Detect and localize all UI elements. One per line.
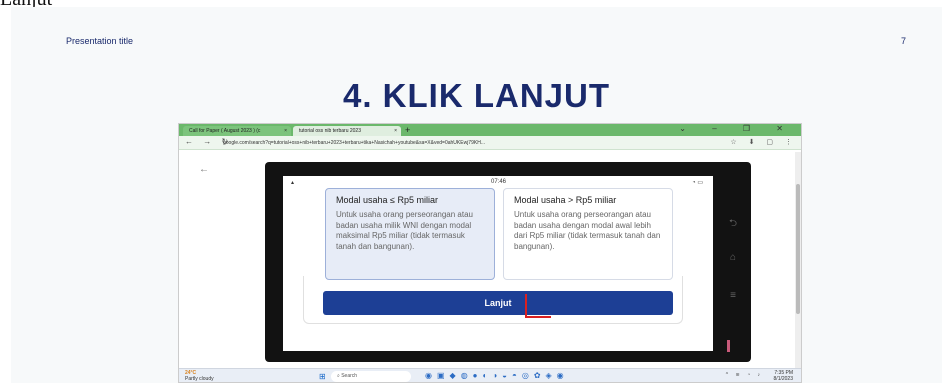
slide-heading: 4. KLIK LANJUT xyxy=(342,77,610,114)
tab-label: Call for Paper ( August 2023 ) (c xyxy=(189,128,261,134)
pink-marker xyxy=(727,340,730,352)
signal-icon: ▴ xyxy=(291,180,295,186)
browser-tab-2[interactable]: tutorial oss nib terbaru 2023 × xyxy=(293,126,401,136)
phone-screen: ▴ 07:46 ◔ ▭ Modal usaha ≤ Rp5 miliar Unt… xyxy=(283,176,713,351)
red-annotation-horizontal xyxy=(525,316,551,318)
browser-tab-1[interactable]: Call for Paper ( August 2023 ) (c × xyxy=(183,126,291,136)
back-nav-icon[interactable]: ⮌ xyxy=(725,216,741,233)
presentation-slide: Presentation title 7 4. KLIK LANJUT Call… xyxy=(11,7,942,383)
new-tab-button[interactable]: + xyxy=(405,125,410,135)
address-bar: ← → ↻ google.com/search?q=tutorial+oss+n… xyxy=(179,136,801,150)
home-icon[interactable]: ⌂ xyxy=(725,252,741,263)
red-annotation-vertical xyxy=(525,294,527,318)
taskbar-clock[interactable]: 7:35 PM 8/1/2023 xyxy=(774,370,793,382)
page-number: 7 xyxy=(901,36,907,46)
weather-desc: Partly cloudy xyxy=(185,376,214,382)
scrollbar-thumb[interactable] xyxy=(796,184,800,314)
url-field[interactable]: google.com/search?q=tutorial+oss+nib+ter… xyxy=(223,138,653,148)
clock-date: 8/1/2023 xyxy=(773,376,793,382)
option-card-large[interactable]: Modal usaha > Rp5 miliar Untuk usaha ora… xyxy=(503,188,673,280)
browser-toolbar-icons[interactable]: ☆ ⬇ ▢ ⋮ xyxy=(730,138,797,146)
browser-tab-bar: Call for Paper ( August 2023 ) (c × tuto… xyxy=(179,124,801,136)
card-description: Untuk usaha orang perseorangan atau bada… xyxy=(514,210,661,251)
status-time: 07:46 xyxy=(491,179,507,185)
back-arrow-icon[interactable]: ← xyxy=(199,164,209,175)
close-icon[interactable]: × xyxy=(394,126,397,136)
lanjut-button[interactable]: Lanjut xyxy=(323,291,673,315)
close-icon[interactable]: × xyxy=(284,126,287,136)
system-tray-icons[interactable]: ^ ≋ ◔ ♪ xyxy=(726,372,763,378)
search-placeholder: Search xyxy=(341,373,358,379)
menu-icon[interactable]: ≡ xyxy=(725,290,741,301)
tab-label: tutorial oss nib terbaru 2023 xyxy=(299,128,361,134)
windows-start-icon[interactable]: ⊞ xyxy=(319,372,326,381)
taskbar-search[interactable]: ⌕ Search xyxy=(331,371,411,382)
card-description: Untuk usaha orang perseorangan atau bada… xyxy=(336,210,473,251)
presentation-title: Presentation title xyxy=(66,36,134,46)
card-title: Modal usaha ≤ Rp5 miliar xyxy=(336,195,438,205)
weather-widget[interactable]: 24°C Partly cloudy xyxy=(185,370,214,382)
windows-taskbar: 24°C Partly cloudy ⊞ ⌕ Search ◉▣◆◍●◐◑◒◓◎… xyxy=(179,368,801,382)
taskbar-app-icons[interactable]: ◉▣◆◍●◐◑◒◓◎✿◈◉ xyxy=(425,371,569,380)
card-title: Modal usaha > Rp5 miliar xyxy=(514,195,617,205)
battery-icon: ◔ ▭ xyxy=(692,180,703,186)
embedded-screenshot: Call for Paper ( August 2023 ) (c × tuto… xyxy=(178,123,802,383)
phone-status-bar: ▴ 07:46 ◔ ▭ xyxy=(283,176,713,188)
option-card-small[interactable]: Modal usaha ≤ Rp5 miliar Untuk usaha ora… xyxy=(325,188,495,280)
window-controls[interactable]: ⌄ – ❐ ✕ xyxy=(679,124,795,133)
